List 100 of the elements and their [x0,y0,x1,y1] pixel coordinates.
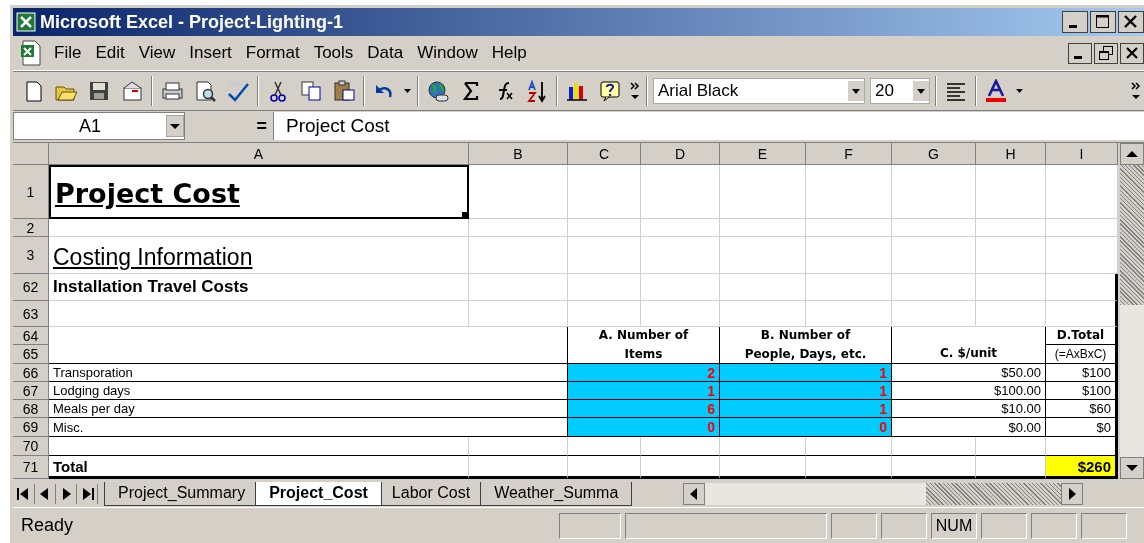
caret-icon[interactable] [403,88,412,94]
column-header[interactable]: A [49,143,469,165]
formula-field[interactable]: Project Cost [273,112,1144,140]
font-color-icon[interactable] [984,79,1008,103]
column-heading: D.Total [1046,327,1118,345]
row-header[interactable]: 71 [13,456,49,479]
row-header[interactable]: 63 [13,301,49,327]
menu-item[interactable]: Insert [182,43,239,63]
scroll-up-icon[interactable] [1120,143,1144,165]
column-header[interactable]: C [568,143,641,165]
input-cell: 1 [720,382,892,400]
column-header[interactable]: F [806,143,892,165]
save-icon[interactable] [87,79,111,103]
chevron-icon[interactable] [629,80,641,102]
status-indicator: NUM [931,512,977,539]
column-header[interactable]: H [976,143,1046,165]
row-header[interactable]: 66 [13,364,49,382]
row-header[interactable]: 64 [13,327,49,345]
font-size-dropdown[interactable]: 20 [870,78,930,104]
sheet-title: Project Cost [49,165,469,219]
scroll-thumb[interactable] [926,483,1061,505]
menu-item[interactable]: Tools [306,43,361,63]
mail-icon[interactable] [120,79,144,103]
document-icon [19,40,43,66]
row-header[interactable]: 70 [13,437,49,456]
maximize-icon[interactable] [1090,11,1116,33]
row-header[interactable]: 3 [13,237,49,274]
empty-cell [1046,274,1118,301]
item-label: Meals per day [49,400,568,418]
table-cell: $60 [1046,400,1118,418]
close-icon[interactable] [1118,11,1144,33]
scroll-left-icon[interactable] [683,483,705,505]
row-header[interactable]: 67 [13,382,49,400]
input-cell: 1 [720,400,892,418]
total-label: Total [49,456,469,479]
caret-icon[interactable] [848,81,864,101]
formula-note: (=AxBxC) [1046,345,1118,364]
minimize-icon[interactable] [1062,11,1088,33]
column-header[interactable]: B [469,143,568,165]
sort-ascending-icon[interactable] [525,79,549,103]
scroll-thumb[interactable] [1120,165,1144,305]
empty-cell [1046,219,1118,237]
menu-item[interactable]: Data [360,43,411,63]
row-header[interactable]: 68 [13,400,49,418]
printer-icon[interactable] [160,79,184,103]
input-cell: 0 [568,418,720,437]
row-header[interactable]: 1 [13,165,49,219]
equals-sign[interactable]: = [256,115,267,137]
paste-icon[interactable] [332,79,356,103]
empty-cell [976,237,1046,274]
input-cell: 0 [720,418,892,437]
row-header[interactable]: 69 [13,418,49,437]
column-header[interactable]: I [1046,143,1118,165]
menu-item[interactable]: File [47,43,89,63]
excel-icon [16,12,36,32]
spelling-check-icon[interactable] [226,79,250,103]
status-panel [881,512,927,539]
chevron-icon[interactable] [1130,80,1142,102]
caret-icon[interactable] [166,115,184,137]
empty-cell [1046,301,1118,327]
menu-item[interactable]: Window [410,43,485,63]
row-header[interactable]: 62 [13,274,49,301]
name-box[interactable]: A1 [13,112,185,140]
minimize-icon[interactable] [1068,42,1092,64]
caret-icon[interactable] [913,81,929,101]
print-preview-icon[interactable] [193,79,217,103]
input-cell: 1 [720,364,892,382]
table-cell: $100 [1046,382,1118,400]
row-header[interactable]: 2 [13,219,49,237]
column-header[interactable]: G [892,143,976,165]
horizontal-scrollbar[interactable] [683,483,1083,505]
status-text: Ready [20,515,75,536]
scroll-down-icon[interactable] [1120,457,1144,479]
menu-item[interactable]: Edit [88,43,132,63]
item-label: Lodging days [49,382,568,400]
font-dropdown[interactable]: Arial Black [653,78,865,104]
table-cell: $10.00 [892,400,1046,418]
column-header[interactable]: E [720,143,806,165]
sheet-tab[interactable]: Weather_Summa [480,482,633,506]
sheet-tab[interactable]: Project_Cost [255,482,382,506]
help-icon[interactable] [598,79,622,103]
caret-icon[interactable] [1015,88,1024,94]
globe-icon[interactable] [426,79,450,103]
status-panel [1031,512,1077,539]
status-panel [559,512,621,539]
input-cell: 1 [568,382,720,400]
menu-item[interactable]: Format [238,43,307,63]
close-icon[interactable] [1120,42,1144,64]
menu-item[interactable]: Help [484,43,534,63]
vertical-scrollbar[interactable] [1118,143,1144,479]
first-sheet-icon[interactable] [14,484,35,504]
menu-item[interactable]: View [131,43,183,63]
table-cell: $0 [1046,418,1118,437]
column-header[interactable]: D [641,143,720,165]
scroll-right-icon[interactable] [1061,483,1083,505]
empty-cell [1046,237,1118,274]
restore-icon[interactable] [1094,42,1118,64]
copy-icon[interactable] [299,79,323,103]
section-heading: Costing Information [49,237,469,274]
row-header[interactable]: 65 [13,345,49,364]
